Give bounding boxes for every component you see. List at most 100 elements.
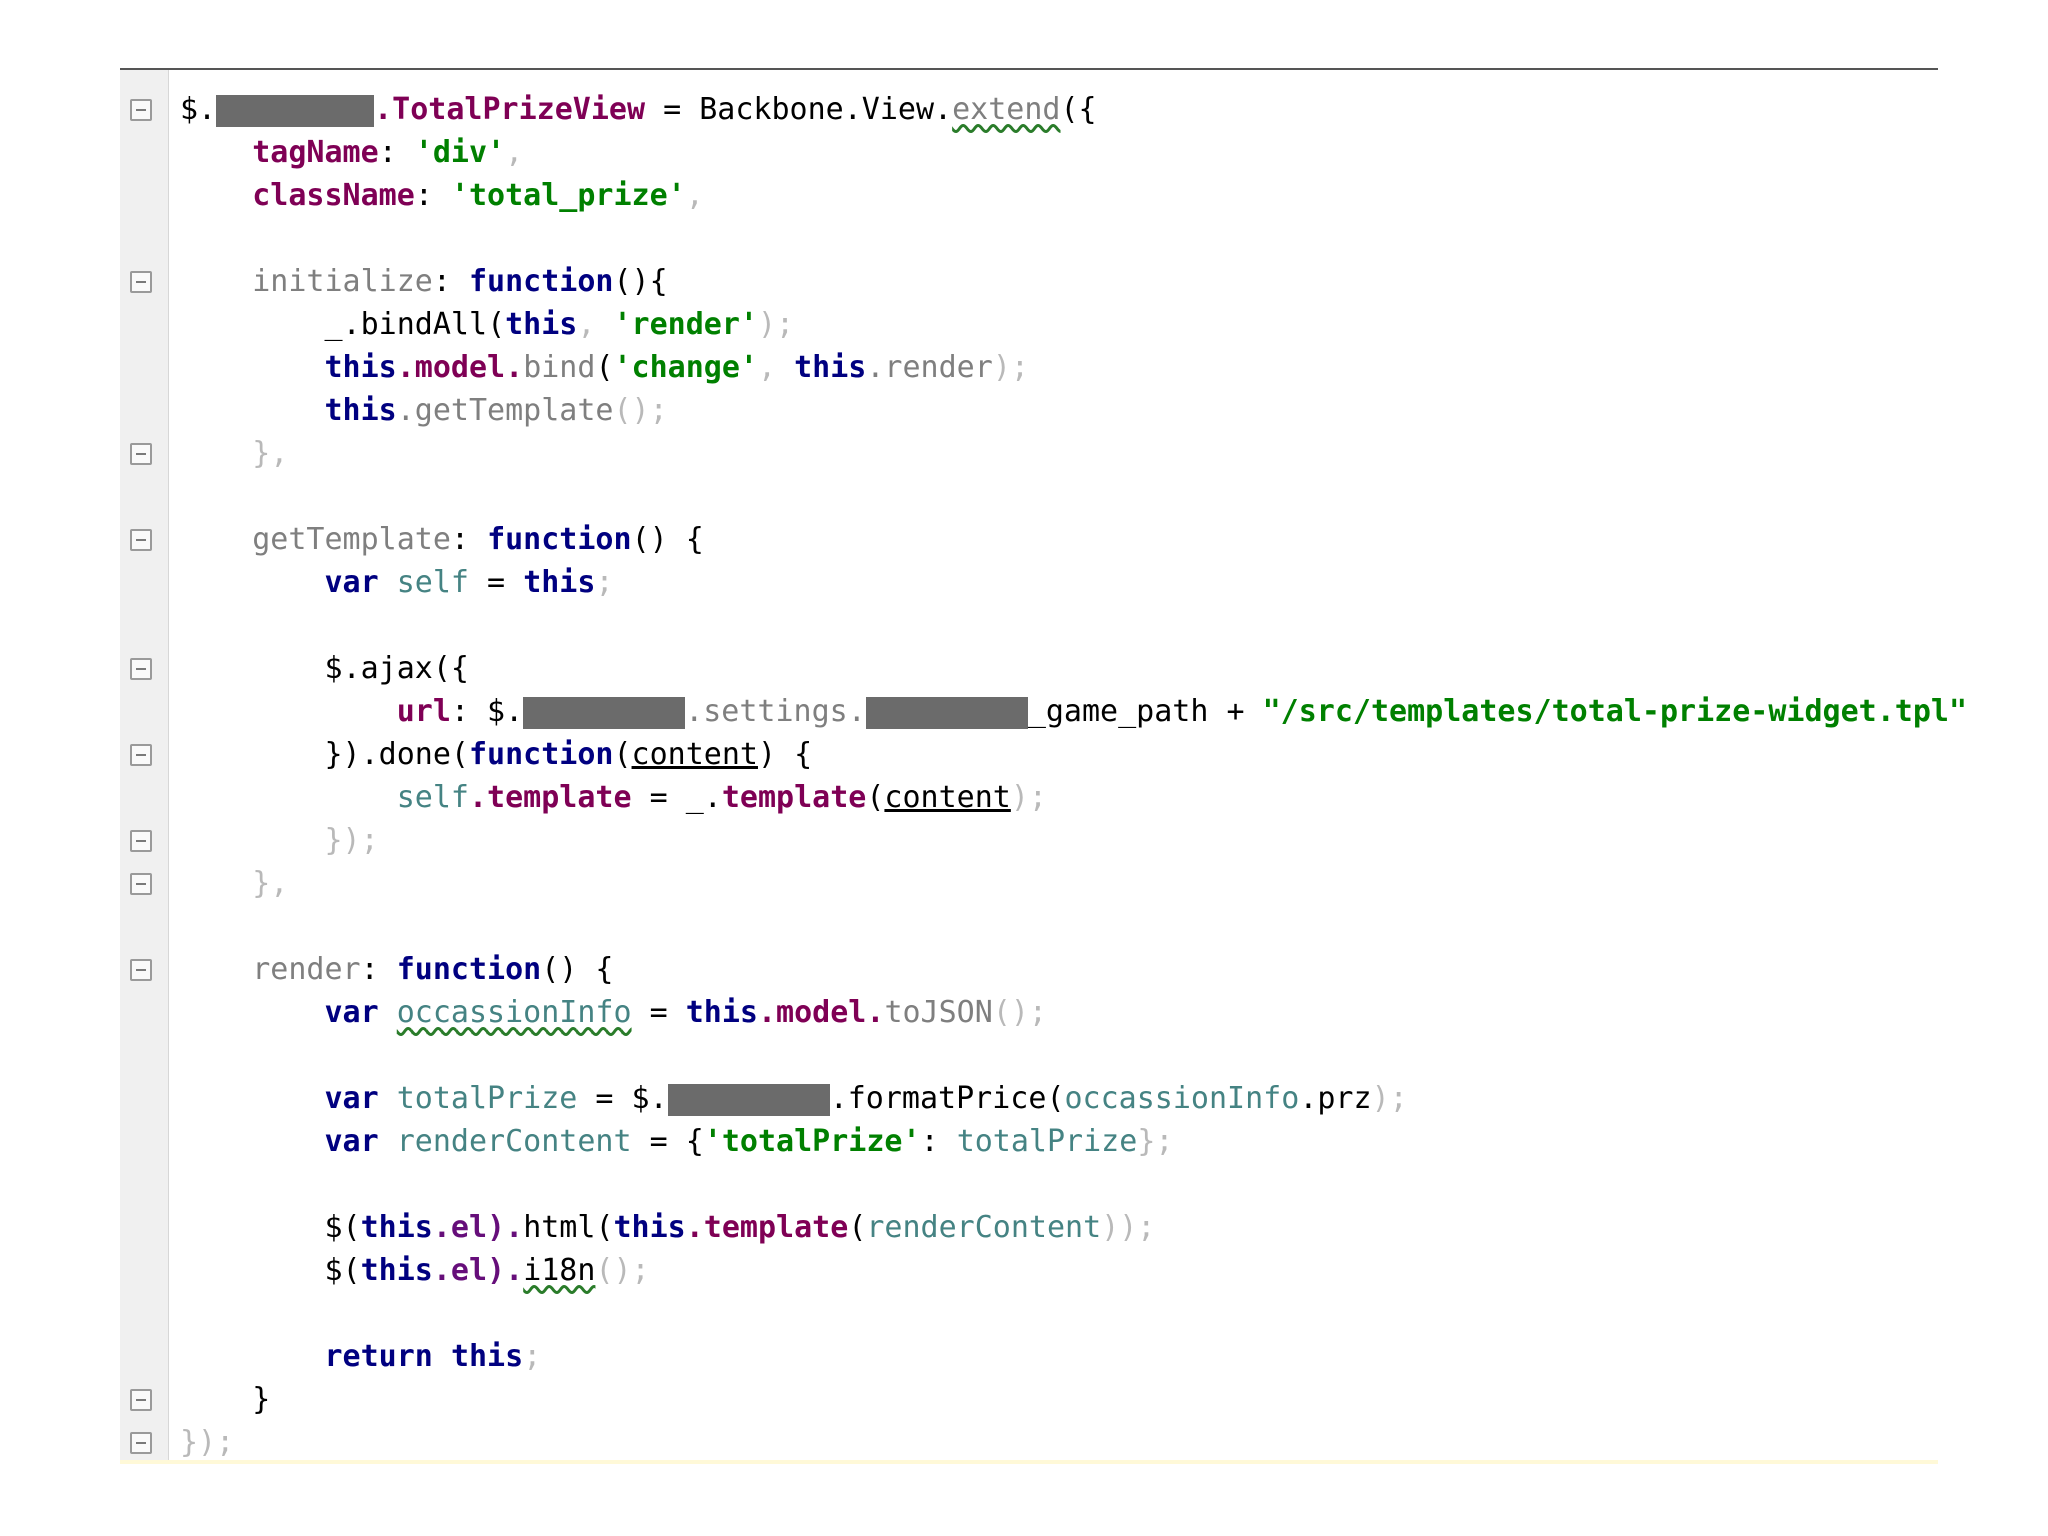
code-token: } (180, 1382, 271, 1417)
code-token: function (469, 264, 614, 299)
code-token: toJSON (884, 995, 993, 1030)
code-token: html (523, 1210, 596, 1245)
code-line[interactable] (180, 1163, 1920, 1206)
code-token: 'change' (613, 350, 759, 385)
code-token: this (523, 565, 596, 600)
code-line[interactable]: return this; (180, 1335, 1920, 1378)
fold-toggle-icon[interactable] (130, 529, 152, 551)
code-line[interactable] (180, 475, 1920, 518)
code-token: this (180, 393, 397, 428)
code-token: .model. (396, 350, 524, 385)
code-token: : (450, 522, 488, 557)
code-token: var (180, 1081, 397, 1116)
code-line[interactable]: $(this.el).i18n(); (180, 1249, 1920, 1292)
code-token: ( (1046, 1081, 1065, 1116)
caret-line-highlight (120, 1460, 1938, 1464)
code-token: }; (1137, 1124, 1174, 1159)
code-token: ({ (432, 651, 469, 686)
code-line[interactable]: var renderContent = {'totalPrize': total… (180, 1120, 1920, 1163)
fold-toggle-icon[interactable] (130, 1389, 152, 1411)
code-token: ); (1010, 780, 1047, 815)
code-token: initialize (180, 264, 433, 299)
code-token: : (920, 1124, 957, 1159)
code-line[interactable]: className: 'total_prize', (180, 174, 1920, 217)
code-line[interactable]: } (130, 1378, 1920, 1421)
code-line[interactable]: url: $. .settings. _game_path + "/src/temp… (180, 690, 1967, 733)
code-token: url (180, 694, 451, 729)
redacted-text (865, 696, 1028, 729)
fold-toggle-icon[interactable] (130, 744, 152, 766)
code-token: ( (613, 737, 632, 772)
code-token: function (468, 737, 614, 772)
code-token: _. (685, 780, 722, 815)
code-line[interactable]: }); (130, 819, 1920, 862)
code-token: this (180, 350, 397, 385)
code-token: = $. (577, 1081, 668, 1116)
fold-toggle-icon[interactable] (130, 959, 152, 981)
code-token: ); (992, 350, 1029, 385)
code-token: ; (523, 1339, 542, 1374)
code-token: .getTemplate (396, 393, 614, 428)
code-token: .View. (843, 92, 953, 127)
code-token: .render (866, 350, 993, 385)
redacted-text (523, 696, 686, 729)
code-line[interactable]: }, (130, 862, 1920, 905)
code-token: = (645, 92, 700, 127)
code-line[interactable]: }, (130, 432, 1920, 475)
code-line[interactable]: $.ajax({ (130, 647, 1920, 690)
code-token: 'total_prize' (450, 178, 686, 213)
code-token: )); (1101, 1210, 1156, 1245)
fold-toggle-icon[interactable] (130, 271, 152, 293)
code-line[interactable]: getTemplate: function() { (130, 518, 1920, 561)
code-line[interactable]: }); (130, 1421, 1920, 1464)
code-line[interactable]: _.bindAll(this, 'render'); (180, 303, 1920, 346)
code-token: $( (180, 1253, 361, 1288)
code-line[interactable]: }).done(function(content) { (130, 733, 1920, 776)
code-token: render (180, 952, 361, 987)
code-token: 'div' (414, 135, 506, 170)
code-token: : (414, 178, 451, 213)
code-line[interactable]: $(this.el).html(this.template(renderCont… (180, 1206, 1920, 1249)
code-token: + (1208, 694, 1263, 729)
code-token: $( (180, 1210, 361, 1245)
code-token: totalPrize (956, 1124, 1138, 1159)
code-token: content (631, 737, 758, 772)
code-line[interactable]: var self = this; (180, 561, 1920, 604)
code-line[interactable]: this.model.bind('change', this.render); (180, 346, 1920, 389)
code-token: getTemplate (180, 522, 451, 557)
fold-toggle-icon[interactable] (130, 873, 152, 895)
code-token: return (180, 1339, 451, 1374)
code-line[interactable]: var occassionInfo = this.model.toJSON(); (180, 991, 1920, 1034)
code-line[interactable]: self.template = _.template(content); (180, 776, 1920, 819)
code-token: .ajax (342, 651, 433, 686)
code-token: ( (848, 1210, 867, 1245)
code-token: .bindAll (342, 307, 488, 342)
code-line[interactable]: initialize: function(){ (130, 260, 1920, 303)
code-token: .el). (432, 1210, 524, 1245)
fold-toggle-icon[interactable] (130, 443, 152, 465)
code-editor[interactable]: $. .TotalPrizeView = Backbone.View.extend… (120, 68, 1967, 1464)
fold-toggle-icon[interactable] (130, 1432, 152, 1454)
code-line[interactable] (180, 1034, 1920, 1077)
code-token: ; (595, 565, 614, 600)
fold-toggle-icon[interactable] (130, 830, 152, 852)
code-line[interactable] (180, 1292, 1920, 1335)
code-token: }); (180, 1425, 235, 1460)
code-line[interactable]: this.getTemplate(); (180, 389, 1920, 432)
code-line[interactable]: var totalPrize = $. .formatPrice(occassio… (180, 1077, 1920, 1120)
code-line[interactable] (180, 604, 1920, 647)
code-line[interactable] (180, 905, 1920, 948)
code-token: this (794, 350, 867, 385)
code-line[interactable]: tagName: 'div', (180, 131, 1920, 174)
code-token: ); (758, 307, 795, 342)
fold-toggle-icon[interactable] (130, 658, 152, 680)
code-token: ( (487, 307, 506, 342)
code-line[interactable]: $. .TotalPrizeView = Backbone.View.extend… (130, 88, 1920, 131)
code-line[interactable] (180, 217, 1920, 260)
fold-toggle-icon[interactable] (130, 99, 152, 121)
code-line[interactable]: render: function() { (130, 948, 1920, 991)
redacted-text (667, 1083, 830, 1116)
code-token: .TotalPrizeView (374, 92, 646, 127)
code-token: , (505, 135, 524, 170)
code-area[interactable]: $. .TotalPrizeView = Backbone.View.extend… (130, 88, 1967, 1464)
